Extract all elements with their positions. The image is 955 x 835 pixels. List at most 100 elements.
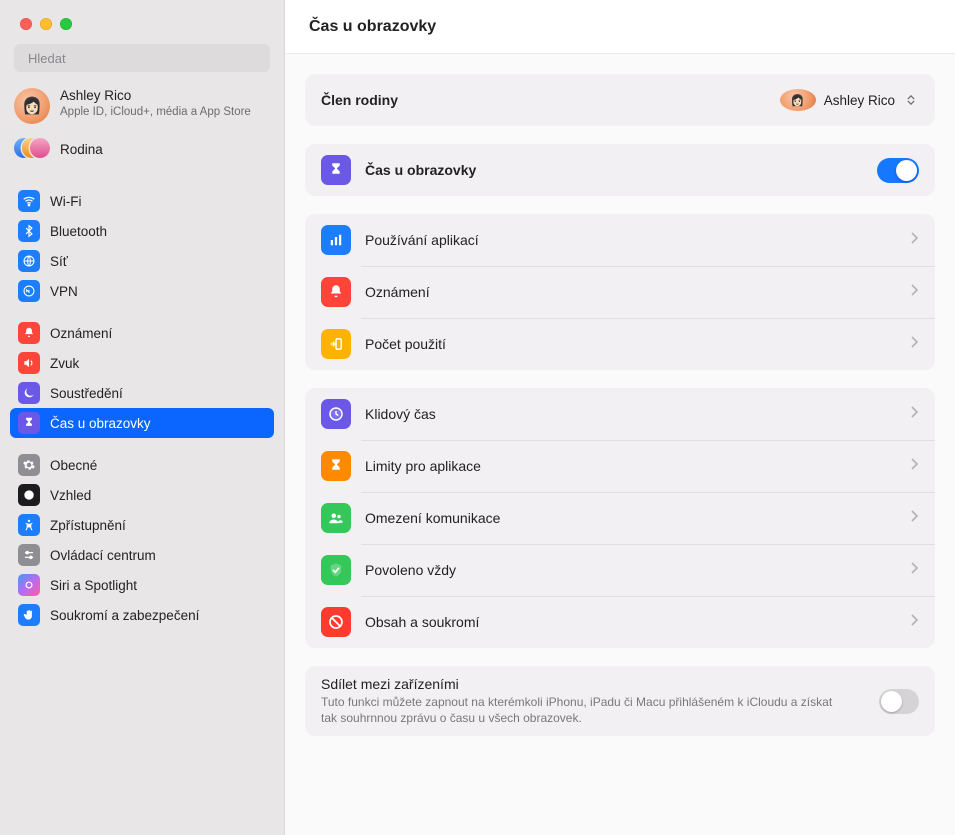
fullscreen-window-button[interactable] [60,18,72,30]
titlebar: Čas u obrazovky [285,0,955,54]
vpn-icon [18,280,40,302]
sidebar-item-label: Zvuk [50,356,79,371]
wifi-icon [18,190,40,212]
row-label: Povoleno vždy [365,562,897,578]
chevron-right-icon [911,509,919,527]
row-downtime[interactable]: Klidový čas [305,388,935,440]
chevron-right-icon [911,561,919,579]
bluetooth-icon [18,220,40,242]
row-pickups[interactable]: Počet použití [305,318,935,370]
sidebar-item-label: VPN [50,284,78,299]
sidebar-item-screentime[interactable]: Čas u obrazovky [10,408,274,438]
pickups-icon [321,329,351,359]
family-member-label: Člen rodiny [321,92,398,108]
row-app-usage[interactable]: Používání aplikací [305,214,935,266]
sidebar-item-wifi[interactable]: Wi-Fi [10,186,274,216]
sidebar-item-label: Vzhled [50,488,91,503]
sidebar-item-label: Siri a Spotlight [50,578,137,593]
avatar: 👩🏻 [14,88,50,124]
search-field[interactable] [14,44,270,72]
appearance-icon [18,484,40,506]
sidebar-item-label: Oznámení [50,326,112,341]
share-devices-toggle[interactable] [879,689,919,714]
row-label: Počet použití [365,336,897,352]
check-shield-icon [321,555,351,585]
sidebar-item-network[interactable]: Síť [10,246,274,276]
main-pane: Čas u obrazovky Člen rodiny 👩🏻 Ashley Ri… [285,0,955,835]
hourglass-icon [321,155,351,185]
chevron-right-icon [911,335,919,353]
row-label: Omezení komunikace [365,510,897,526]
family-label: Rodina [60,142,103,157]
family-member-popup[interactable]: 👩🏻 Ashley Rico [780,89,919,111]
globe-icon [18,250,40,272]
row-label: Používání aplikací [365,232,897,248]
bell-icon [321,277,351,307]
row-label: Oznámení [365,284,897,300]
account-subtitle: Apple ID, iCloud+, média a App Store [60,105,251,119]
sidebar-item-privacy[interactable]: Soukromí a zabezpečení [10,600,274,630]
family-member-value: Ashley Rico [824,93,895,108]
sidebar-item-family[interactable]: Rodina [0,134,284,172]
sidebar-item-label: Obecné [50,458,97,473]
nosign-icon [321,607,351,637]
row-always-allowed[interactable]: Povoleno vždy [305,544,935,596]
row-label: Obsah a soukromí [365,614,897,630]
sidebar-item-vpn[interactable]: VPN [10,276,274,306]
sidebar-item-appearance[interactable]: Vzhled [10,480,274,510]
sidebar-item-controlcenter[interactable]: Ovládací centrum [10,540,274,570]
screentime-toggle-row: Čas u obrazovky [305,144,935,196]
moon-icon [18,382,40,404]
search-input[interactable] [28,51,262,66]
sidebar-item-label: Soukromí a zabezpečení [50,608,199,623]
accessibility-icon [18,514,40,536]
screentime-toggle-label: Čas u obrazovky [365,162,863,178]
sidebar-item-sound[interactable]: Zvuk [10,348,274,378]
hand-icon [18,604,40,626]
row-content-privacy[interactable]: Obsah a soukromí [305,596,935,648]
sidebar: 👩🏻 Ashley Rico Apple ID, iCloud+, média … [0,0,285,835]
chevron-right-icon [911,405,919,423]
sidebar-item-label: Ovládací centrum [50,548,156,563]
gear-icon [18,454,40,476]
sidebar-item-siri[interactable]: Siri a Spotlight [10,570,274,600]
screentime-toggle[interactable] [877,158,919,183]
sidebar-item-label: Čas u obrazovky [50,416,151,431]
row-share-across-devices: Sdílet mezi zařízeními Tuto funkci můžet… [305,666,935,736]
sidebar-item-accessibility[interactable]: Zpřístupnění [10,510,274,540]
sidebar-item-appleid[interactable]: 👩🏻 Ashley Rico Apple ID, iCloud+, média … [0,82,284,134]
chevron-right-icon [911,613,919,631]
chevron-right-icon [911,283,919,301]
chevron-right-icon [911,231,919,249]
sidebar-item-general[interactable]: Obecné [10,450,274,480]
sidebar-item-label: Síť [50,254,68,269]
row-label: Limity pro aplikace [365,458,897,474]
sidebar-item-label: Soustředění [50,386,123,401]
window-controls [0,10,284,44]
row-notifications[interactable]: Oznámení [305,266,935,318]
sliders-icon [18,544,40,566]
siri-icon [18,574,40,596]
minimize-window-button[interactable] [40,18,52,30]
hourglass-icon [18,412,40,434]
bell-icon [18,322,40,344]
page-title: Čas u obrazovky [309,18,436,36]
people-icon [321,503,351,533]
chevron-updown-icon [903,91,919,109]
speaker-icon [18,352,40,374]
sidebar-item-bluetooth[interactable]: Bluetooth [10,216,274,246]
close-window-button[interactable] [20,18,32,30]
sidebar-item-focus[interactable]: Soustředění [10,378,274,408]
barchart-icon [321,225,351,255]
sidebar-item-label: Wi-Fi [50,194,81,209]
row-applimits[interactable]: Limity pro aplikace [305,440,935,492]
family-member-row[interactable]: Člen rodiny 👩🏻 Ashley Rico [305,74,935,126]
sidebar-item-notifications[interactable]: Oznámení [10,318,274,348]
row-communication[interactable]: Omezení komunikace [305,492,935,544]
row-label: Klidový čas [365,406,897,422]
share-title: Sdílet mezi zařízeními [321,676,851,692]
hourglass-icon [321,451,351,481]
account-name: Ashley Rico [60,88,251,105]
family-avatars [14,138,50,160]
sidebar-item-label: Zpřístupnění [50,518,126,533]
